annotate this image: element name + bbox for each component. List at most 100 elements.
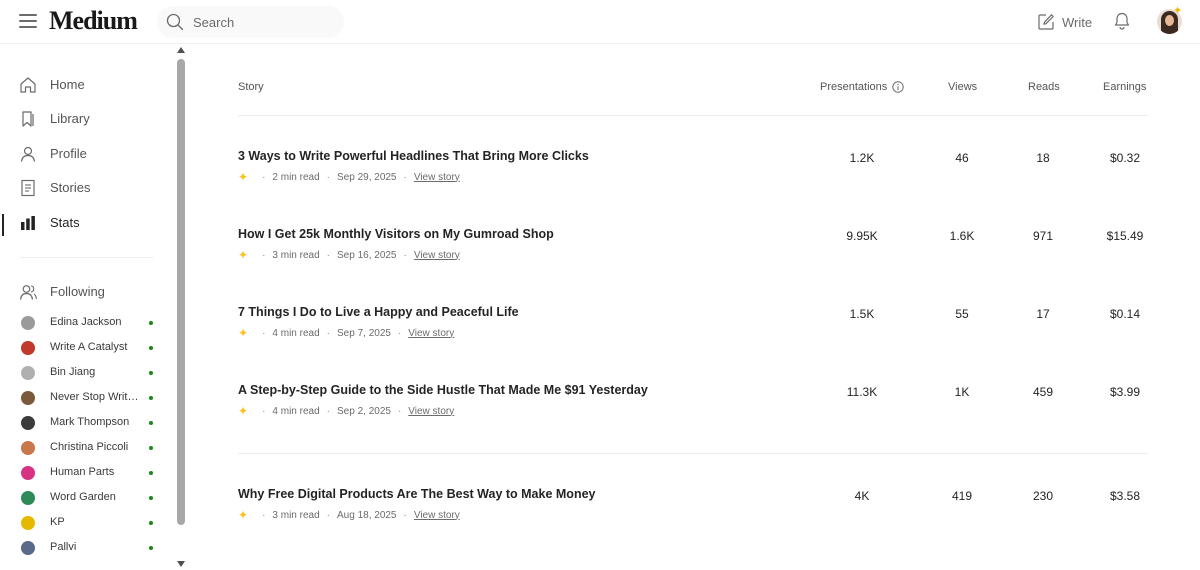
- member-star-icon: ✦: [238, 170, 249, 184]
- sidebar-item-stats[interactable]: Stats: [0, 206, 170, 240]
- following-avatar: [21, 416, 35, 430]
- separator-dot: ·: [403, 249, 407, 261]
- column-header-reads[interactable]: Reads: [1028, 81, 1060, 93]
- cell-views: 419: [951, 489, 973, 503]
- view-story-link[interactable]: View story: [408, 328, 454, 339]
- cell-earnings: $3.99: [1109, 385, 1141, 399]
- scroll-up-arrow-icon[interactable]: [177, 47, 185, 53]
- separator-dot: ·: [403, 509, 407, 521]
- sidebar-item-label: Profile: [50, 146, 87, 161]
- medium-logo[interactable]: Medium: [49, 6, 138, 36]
- sidebar-item-stories[interactable]: Stories: [0, 171, 170, 205]
- read-time: 3 min read: [272, 249, 320, 261]
- column-header-views[interactable]: Views: [948, 81, 977, 93]
- search-box[interactable]: [157, 6, 344, 38]
- new-post-dot: [149, 471, 153, 475]
- write-icon: [1038, 14, 1054, 30]
- notification-bell-icon[interactable]: [1112, 11, 1132, 31]
- info-icon[interactable]: [892, 81, 904, 93]
- read-time: 4 min read: [272, 405, 320, 417]
- new-post-dot: [149, 321, 153, 325]
- separator-dot: ·: [262, 405, 266, 417]
- following-avatar: [21, 516, 35, 530]
- following-icon: [19, 285, 37, 300]
- write-label: Write: [1062, 14, 1093, 30]
- sidebar-item-label: Library: [50, 111, 90, 126]
- sidebar-item-home[interactable]: Home: [0, 68, 170, 102]
- view-story-link[interactable]: View story: [414, 510, 460, 521]
- new-post-dot: [149, 546, 153, 550]
- sidebar-scrollbar[interactable]: [174, 44, 188, 570]
- search-input[interactable]: [193, 12, 333, 32]
- story-title[interactable]: 3 Ways to Write Powerful Headlines That …: [238, 149, 589, 163]
- scroll-thumb[interactable]: [177, 59, 185, 525]
- cell-presentations: 4K: [854, 489, 870, 503]
- cell-views: 55: [955, 307, 969, 321]
- column-header-earnings[interactable]: Earnings: [1103, 81, 1146, 93]
- menu-icon[interactable]: [19, 14, 37, 30]
- cell-views: 1K: [954, 385, 970, 399]
- sidebar-item-library[interactable]: Library: [0, 102, 170, 136]
- cell-earnings: $0.32: [1109, 151, 1141, 165]
- cell-reads: 230: [1032, 489, 1054, 503]
- write-button[interactable]: Write: [1037, 12, 1092, 32]
- cell-presentations: 1.5K: [849, 307, 875, 321]
- view-story-link[interactable]: View story: [408, 406, 454, 417]
- sidebar-item-label: Following: [50, 284, 105, 299]
- column-header-story[interactable]: Story: [238, 81, 264, 93]
- story-meta: ✦ · 4 min read · Sep 2, 2025 · View story: [238, 404, 454, 418]
- publish-date: Aug 18, 2025: [337, 509, 397, 521]
- following-item[interactable]: Mark Thompson: [0, 412, 165, 434]
- sidebar-item-label: Home: [50, 77, 85, 92]
- story-meta: ✦ · 4 min read · Sep 7, 2025 · View story: [238, 326, 454, 340]
- sidebar-item-label: Stats: [50, 215, 80, 230]
- following-item[interactable]: KP: [0, 512, 165, 534]
- separator-dot: ·: [326, 249, 330, 261]
- column-header-presentations[interactable]: Presentations: [820, 81, 904, 93]
- following-name: Christina Piccoli: [50, 441, 129, 453]
- following-item[interactable]: Never Stop Writing: [0, 387, 165, 409]
- following-name: Human Parts: [50, 466, 115, 478]
- following-item[interactable]: Edina Jackson: [0, 312, 165, 334]
- publish-date: Sep 7, 2025: [337, 327, 391, 339]
- view-story-link[interactable]: View story: [414, 250, 460, 261]
- following-item[interactable]: Write A Catalyst: [0, 337, 165, 359]
- separator-dot: ·: [262, 171, 266, 183]
- new-post-dot: [149, 421, 153, 425]
- sidebar-divider: [20, 257, 154, 258]
- sidebar-item-profile[interactable]: Profile: [0, 137, 170, 171]
- story-title[interactable]: Why Free Digital Products Are The Best W…: [238, 487, 595, 501]
- home-icon: [20, 77, 36, 93]
- following-item[interactable]: Pallvi: [0, 537, 165, 559]
- separator-dot: ·: [262, 327, 266, 339]
- sidebar-item-following[interactable]: Following: [0, 275, 170, 309]
- separator-dot: ·: [326, 327, 330, 339]
- new-post-dot: [149, 346, 153, 350]
- following-item[interactable]: Christina Piccoli: [0, 437, 165, 459]
- read-time: 2 min read: [272, 171, 320, 183]
- following-item[interactable]: Bin Jiang: [0, 362, 165, 384]
- story-meta: ✦ · 3 min read · Aug 18, 2025 · View story: [238, 508, 460, 522]
- cell-views: 46: [955, 151, 969, 165]
- cell-presentations: 9.95K: [846, 229, 878, 243]
- separator-dot: ·: [326, 509, 330, 521]
- separator-dot: ·: [262, 509, 266, 521]
- following-name: Bin Jiang: [50, 366, 96, 378]
- following-name: KP: [50, 516, 65, 528]
- following-name: Write A Catalyst: [50, 341, 128, 353]
- stats-table: Story Presentations Views Reads Earnings…: [188, 44, 1200, 570]
- story-title[interactable]: 7 Things I Do to Live a Happy and Peacef…: [238, 305, 519, 319]
- table-row: How I Get 25k Monthly Visitors on My Gum…: [188, 227, 1200, 305]
- publish-date: Sep 16, 2025: [337, 249, 397, 261]
- following-name: Mark Thompson: [50, 416, 130, 428]
- scroll-down-arrow-icon[interactable]: [177, 561, 185, 567]
- story-title[interactable]: How I Get 25k Monthly Visitors on My Gum…: [238, 227, 554, 241]
- member-star-icon: ✦: [238, 404, 249, 418]
- view-story-link[interactable]: View story: [414, 172, 460, 183]
- following-item[interactable]: Word Garden: [0, 487, 165, 509]
- following-avatar: [21, 316, 35, 330]
- following-item[interactable]: Human Parts: [0, 462, 165, 484]
- cell-presentations: 1.2K: [849, 151, 875, 165]
- story-title[interactable]: A Step-by-Step Guide to the Side Hustle …: [238, 383, 648, 397]
- read-time: 3 min read: [272, 509, 320, 521]
